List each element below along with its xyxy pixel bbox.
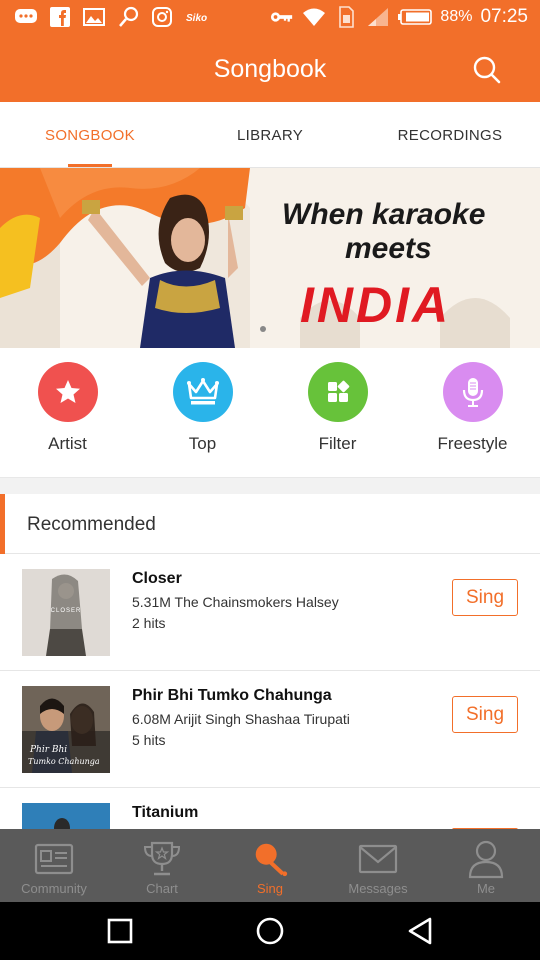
recents-icon[interactable] bbox=[105, 916, 135, 946]
tab-songbook[interactable]: SONGBOOK bbox=[0, 102, 180, 168]
recommended-header: Recommended bbox=[0, 494, 540, 554]
banner-artwork bbox=[0, 168, 540, 348]
svg-text:Siko: Siko bbox=[186, 13, 207, 24]
sing-microphone-icon bbox=[250, 839, 290, 879]
song-title: Titanium bbox=[132, 804, 199, 821]
tab-library[interactable]: LIBRARY bbox=[180, 102, 360, 168]
carousel-dot bbox=[260, 326, 266, 332]
banner-headline-1: When karaoke bbox=[282, 198, 486, 231]
svg-text:Tumko Chahunga: Tumko Chahunga bbox=[28, 757, 100, 766]
page-title: Songbook bbox=[213, 55, 327, 83]
home-icon[interactable] bbox=[255, 916, 285, 946]
list-item[interactable]: Phir Bhi Tumko Chahunga Phir Bhi Tumko C… bbox=[0, 671, 540, 788]
category-artist[interactable]: Artist bbox=[0, 362, 135, 454]
song-thumbnail: CLOSER bbox=[22, 569, 110, 656]
category-freestyle[interactable]: Freestyle bbox=[405, 362, 540, 454]
nav-label: Sing bbox=[256, 881, 284, 896]
category-row: Artist Top Filter Freestyle bbox=[0, 348, 540, 478]
song-thumbnail: Phir Bhi Tumko Chahunga bbox=[22, 686, 110, 773]
pin-icon bbox=[116, 5, 140, 29]
section-divider bbox=[0, 478, 540, 494]
banner-headline-2: meets bbox=[345, 232, 432, 265]
tab-bar: SONGBOOK LIBRARY RECORDINGS bbox=[0, 102, 540, 168]
category-top[interactable]: Top bbox=[135, 362, 270, 454]
gallery-icon bbox=[82, 5, 106, 29]
banner-headline-3: INDIA bbox=[300, 277, 452, 333]
thumbnail-text: Phir Bhi bbox=[29, 745, 67, 755]
tab-recordings[interactable]: RECORDINGS bbox=[360, 102, 540, 168]
mail-icon bbox=[358, 839, 398, 879]
battery-icon bbox=[398, 5, 433, 29]
status-bar: Siko 88% 07:25 bbox=[0, 0, 540, 38]
person-icon bbox=[466, 839, 506, 879]
thumbnail-text: CLOSER bbox=[51, 608, 82, 614]
category-label: Freestyle bbox=[437, 434, 508, 453]
promo-banner[interactable]: When karaoke meets INDIA bbox=[0, 168, 540, 348]
sing-button[interactable]: Sing bbox=[452, 579, 518, 616]
app-icon: Siko bbox=[184, 5, 214, 29]
song-title: Phir Bhi Tumko Chahunga bbox=[132, 687, 332, 704]
song-meta: 5.31M The Chainsmokers Halsey bbox=[132, 594, 339, 610]
category-label: Top bbox=[188, 434, 217, 453]
section-title: Recommended bbox=[27, 514, 156, 535]
facebook-icon bbox=[48, 5, 72, 29]
key-icon bbox=[270, 5, 294, 29]
song-meta: 6.08M Arijit Singh Shashaa Tirupati bbox=[132, 711, 350, 727]
sim-icon bbox=[334, 5, 358, 29]
nav-label: Community bbox=[21, 881, 87, 896]
sing-button[interactable]: Sing bbox=[452, 696, 518, 733]
nav-label: Me bbox=[476, 881, 496, 896]
category-filter[interactable]: Filter bbox=[270, 362, 405, 454]
category-label: Artist bbox=[48, 434, 87, 453]
nav-chart[interactable]: Chart bbox=[108, 829, 216, 902]
category-label: Filter bbox=[318, 434, 357, 453]
instagram-icon bbox=[150, 5, 174, 29]
nav-messages[interactable]: Messages bbox=[324, 829, 432, 902]
grid-icon bbox=[307, 362, 368, 422]
community-icon bbox=[34, 839, 74, 879]
microphone-icon bbox=[442, 362, 503, 422]
list-item[interactable]: CLOSER Closer 5.31M The Chainsmokers Hal… bbox=[0, 554, 540, 671]
star-icon bbox=[37, 362, 98, 422]
crown-icon bbox=[172, 362, 233, 422]
chat-icon bbox=[14, 5, 38, 29]
search-icon[interactable] bbox=[472, 55, 502, 85]
clock: 07:25 bbox=[480, 6, 528, 27]
song-hits: 5 hits bbox=[132, 732, 166, 748]
back-icon[interactable] bbox=[405, 916, 435, 946]
nav-label: Messages bbox=[348, 881, 408, 896]
wifi-icon bbox=[302, 5, 326, 29]
signal-icon bbox=[366, 5, 390, 29]
battery-percent: 88% bbox=[440, 8, 473, 25]
nav-me[interactable]: Me bbox=[432, 829, 540, 902]
nav-community[interactable]: Community bbox=[0, 829, 108, 902]
trophy-icon bbox=[142, 839, 182, 879]
tab-indicator bbox=[68, 164, 112, 167]
app-bar: Songbook bbox=[0, 38, 540, 102]
nav-sing[interactable]: Sing bbox=[216, 829, 324, 902]
section-accent-bar bbox=[0, 494, 5, 554]
system-navigation-bar bbox=[0, 902, 540, 960]
song-hits: 2 hits bbox=[132, 615, 166, 631]
bottom-navigation: Community Chart Sing Messages Me bbox=[0, 829, 540, 902]
nav-label: Chart bbox=[146, 881, 178, 896]
song-title: Closer bbox=[132, 570, 182, 587]
